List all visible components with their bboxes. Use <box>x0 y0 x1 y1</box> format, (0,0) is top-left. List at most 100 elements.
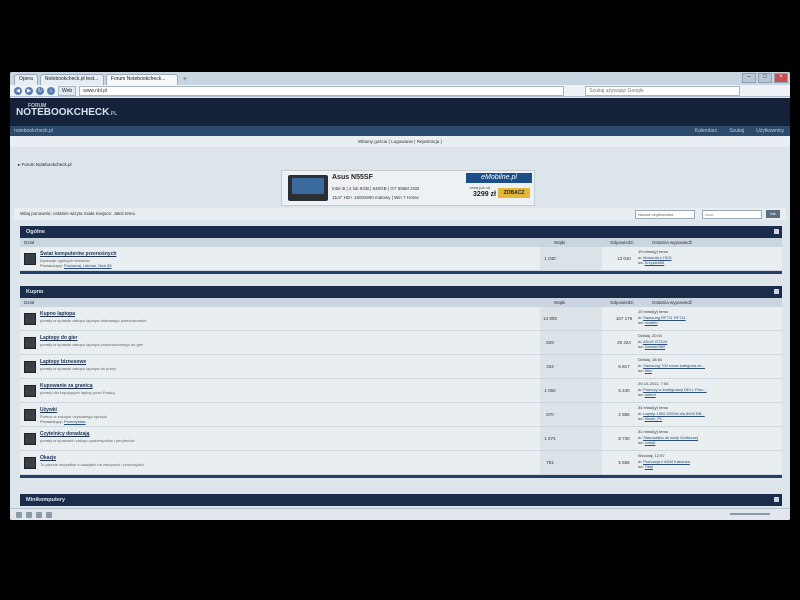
forum-name[interactable]: Świat komputerów przenośnych <box>40 251 116 257</box>
forum-row[interactable]: Używki Pomoc w zakupie używanego sprzętu… <box>20 403 782 427</box>
logo-tld-text: .PL <box>109 111 118 117</box>
forum-logo[interactable]: FORUM NOTEBOOKCHECK.PL <box>16 103 117 118</box>
category-header[interactable]: Ogólne <box>20 226 782 238</box>
forum-row[interactable]: Laptopy do gier porady w sprawie zakupu … <box>20 331 782 355</box>
nav-link-users[interactable]: Użytkownicy <box>756 128 784 134</box>
forum-row[interactable]: Okazje Tu piszcie wszystkie o okazjach n… <box>20 451 782 475</box>
forum-name[interactable]: Używki <box>40 407 57 413</box>
col-posts: Odpowiedzi <box>610 240 634 245</box>
close-icon[interactable]: × <box>774 73 788 83</box>
view-icon[interactable] <box>46 511 52 518</box>
forum-row[interactable]: Kupowanie za granicą porady dla kupujący… <box>20 379 782 403</box>
column-headers: Dział Wątki Odpowiedzi Ostatnia wypowied… <box>20 238 782 247</box>
tab-notebookcheck-test[interactable]: Notebookcheck.pl test... <box>39 74 104 85</box>
minimize-icon[interactable]: – <box>742 73 756 83</box>
col-posts: Odpowiedzi <box>610 300 634 305</box>
thread-count: 1 050 <box>544 388 556 393</box>
collapse-icon[interactable] <box>774 497 779 502</box>
thread-count: 14 809 <box>543 316 557 321</box>
forum-status-icon <box>24 457 36 469</box>
col-forum: Dział <box>24 300 35 305</box>
thread-count: 829 <box>546 340 554 345</box>
forum-row[interactable]: Świat komputerów przenośnych Dyskusje og… <box>20 247 782 271</box>
thread-count: 1 574 <box>544 436 556 441</box>
col-last: Ostatnia wypowiedź <box>652 300 693 305</box>
forum-description: porady w sprawie zakupu laptopa do pracy <box>40 366 116 371</box>
forum-status-icon <box>24 253 36 265</box>
breadcrumb[interactable]: ▸ Forum Notebookcheck.pl <box>18 162 72 168</box>
forum-row[interactable]: Kupno laptopa porady w sprawie zakupu la… <box>20 307 782 331</box>
home-icon[interactable]: ⌂ <box>47 86 55 95</box>
breadcrumb-label[interactable]: Forum Notebookcheck.pl <box>22 162 72 167</box>
category-title: Minikomputery <box>26 497 66 503</box>
forum-status-icon <box>24 433 36 445</box>
collapse-icon[interactable] <box>774 289 779 294</box>
maximize-icon[interactable]: □ <box>758 73 772 83</box>
forum-description: porady w sprawie zakupu laptopa dobraneg… <box>40 318 147 323</box>
category-kupno: Kupno Dział Wątki Odpowiedzi Ostatnia wy… <box>20 286 782 478</box>
window-controls: – □ × <box>742 73 788 83</box>
thread-count: 334 <box>546 364 554 369</box>
banner-spec-2: 15,6" HD+ 1600x900 matowy | Win 7 Home <box>332 195 419 200</box>
thread-count: 781 <box>546 460 554 465</box>
new-tab-button[interactable]: + <box>180 76 190 85</box>
search-input[interactable]: Szukaj używając Google <box>585 85 741 96</box>
ad-banner[interactable]: Asus N55SF Intel i5 | 4 lub 8GB | 640GB … <box>281 170 535 206</box>
zoom-slider[interactable] <box>730 513 770 515</box>
forum-name[interactable]: Kupno laptopa <box>40 311 75 317</box>
forum-status-icon <box>24 409 36 421</box>
transfer-icon[interactable] <box>26 511 32 518</box>
category-title: Kupno <box>26 289 44 295</box>
last-post: 10 minut(y) temu w: Samsung RF711 RF711 … <box>638 309 686 325</box>
col-threads: Wątki <box>554 240 566 245</box>
forum-moderators: Prowadzący: Porównaj, Lidman, Nick 85 <box>40 263 112 268</box>
forum-header: FORUM NOTEBOOKCHECK.PL <box>10 98 790 126</box>
last-post: Dzisiaj, 18:54 w: Samsung 700 nowa kateg… <box>638 357 705 373</box>
col-last: Ostatnia wypowiedź <box>652 240 693 245</box>
forum-name[interactable]: Czytelnicy doradzają <box>40 431 89 437</box>
forum-name[interactable]: Laptopy biznesowe <box>40 359 86 365</box>
tab-opera[interactable]: Opera <box>14 74 38 85</box>
login-button[interactable]: Idź <box>766 210 780 218</box>
forum-name[interactable]: Laptopy do gier <box>40 335 78 341</box>
web-button[interactable]: Web <box>58 85 77 96</box>
last-post: 19 minut(y) temu w: Motorola z HDD od: K… <box>638 249 672 265</box>
category-header[interactable]: Minikomputery <box>20 494 782 506</box>
forum-status-icon <box>24 337 36 349</box>
forum-row[interactable]: Czytelnicy doradzają porady w sprawach z… <box>20 427 782 451</box>
banner-title: Asus N55SF <box>332 174 373 181</box>
category-ogolne: Ogólne Dział Wątki Odpowiedzi Ostatnia w… <box>20 226 782 274</box>
back-icon[interactable]: ◀ <box>14 86 22 95</box>
last-post: 31 minut(y) temu w: Stanowiska do karty … <box>638 429 699 445</box>
username-input[interactable]: Nazwa użytkownika <box>635 210 695 219</box>
last-post: Wczoraj, 12:57 w: Promocja z ADM Kabanka… <box>638 453 690 469</box>
password-input[interactable]: •••••• <box>702 210 762 219</box>
images-icon[interactable] <box>36 511 42 518</box>
forum-row[interactable]: Laptopy biznesowe porady w sprawie zakup… <box>20 355 782 379</box>
collapse-icon[interactable] <box>774 229 779 234</box>
forum-description: porady dla kupujących laptop poza Polską <box>40 390 115 395</box>
shop-logo: eMobilne.pl <box>466 173 532 183</box>
category-minikomputery: Minikomputery <box>20 494 782 506</box>
nav-link-search[interactable]: Szukaj <box>729 128 744 134</box>
thread-count: 1 040 <box>544 256 556 261</box>
forum-status-icon <box>24 385 36 397</box>
forum-name[interactable]: Okazje <box>40 455 56 461</box>
forum-name[interactable]: Kupowanie za granicą <box>40 383 93 389</box>
panel-toggle-icon[interactable] <box>16 511 22 518</box>
thread-count: 670 <box>546 412 554 417</box>
welcome-bar[interactable]: Witamy gościa ( Logowanie | Rejestracja … <box>10 136 790 147</box>
reload-icon[interactable]: ↻ <box>36 86 44 95</box>
last-post: 29-10-2011, 7:54 w: Pomocy w konfiguracj… <box>638 381 707 397</box>
nav-link-calendar[interactable]: Kalendarz <box>695 128 718 134</box>
price-value: 3299 zł <box>473 191 496 198</box>
site-link[interactable]: notebookcheck.pl <box>14 128 53 134</box>
url-input[interactable]: www.nbl.pl <box>79 85 565 96</box>
forum-moderators: Prowadzący: Przemysław <box>40 419 86 424</box>
last-post: 34 minut(y) temu w: Laptop 1500-2000zł d… <box>638 405 705 421</box>
tab-forum[interactable]: Forum Notebookcheck... <box>105 74 178 85</box>
see-offer-button[interactable]: ZOBACZ <box>498 188 530 198</box>
forward-icon[interactable]: ▶ <box>25 86 33 95</box>
category-header[interactable]: Kupno <box>20 286 782 298</box>
browser-status-bar <box>10 508 790 520</box>
